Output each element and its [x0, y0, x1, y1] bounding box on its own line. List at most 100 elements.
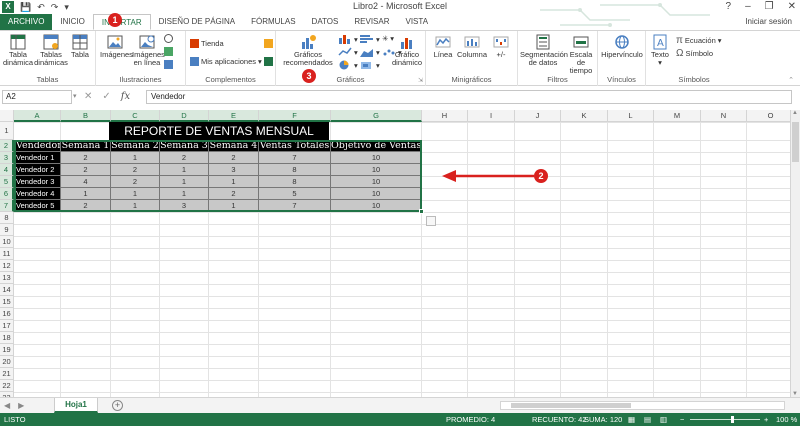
- value-cell[interactable]: 5: [259, 188, 331, 200]
- insert-function-icon[interactable]: fx: [121, 90, 130, 104]
- seller-name-cell[interactable]: Vendedor 4: [14, 188, 61, 200]
- value-cell[interactable]: 10: [331, 164, 422, 176]
- value-cell[interactable]: 1: [111, 200, 160, 212]
- report-title-cell[interactable]: REPORTE DE VENTAS MENSUAL: [109, 122, 329, 140]
- column-header-k[interactable]: K: [561, 110, 608, 122]
- restore-icon[interactable]: ❐: [765, 0, 774, 13]
- hyperlink-button[interactable]: Hipervínculo: [600, 34, 644, 59]
- scroll-up-icon[interactable]: ▲: [792, 110, 798, 116]
- column-header-a[interactable]: A: [14, 110, 61, 122]
- value-cell[interactable]: 2: [111, 176, 160, 188]
- tab-revisar[interactable]: REVISAR: [346, 14, 397, 30]
- row-header-22[interactable]: 22: [0, 380, 14, 392]
- column-header-c[interactable]: C: [111, 110, 160, 122]
- value-cell[interactable]: 3: [209, 164, 259, 176]
- normal-view-icon[interactable]: ▦: [628, 413, 635, 426]
- column-header-n[interactable]: N: [701, 110, 747, 122]
- column-header-g[interactable]: G: [331, 110, 422, 122]
- row-header-5[interactable]: 5: [0, 176, 14, 188]
- zoom-slider-thumb[interactable]: [731, 416, 734, 423]
- value-cell[interactable]: 2: [160, 152, 209, 164]
- shapes-button[interactable]: [164, 34, 173, 43]
- column-header-f[interactable]: F: [259, 110, 331, 122]
- name-box[interactable]: A2: [2, 90, 72, 104]
- value-cell[interactable]: 1: [209, 176, 259, 188]
- value-cell[interactable]: 1: [209, 200, 259, 212]
- row-header-14[interactable]: 14: [0, 284, 14, 296]
- column-header-h[interactable]: H: [422, 110, 468, 122]
- sheet-tab-hoja1[interactable]: Hoja1: [54, 398, 98, 413]
- slicer-button[interactable]: Segmentación de datos: [520, 34, 568, 67]
- timeline-button[interactable]: Escala de tiempo: [566, 34, 596, 75]
- hscroll-thumb[interactable]: [511, 403, 631, 408]
- help-icon[interactable]: ?: [726, 0, 732, 13]
- tab-inicio[interactable]: INICIO: [52, 14, 92, 30]
- sparkline-winloss-button[interactable]: +/-: [488, 34, 514, 59]
- row-header-18[interactable]: 18: [0, 332, 14, 344]
- value-cell[interactable]: 2: [61, 200, 111, 212]
- screenshot-button[interactable]: [164, 60, 173, 69]
- table-button[interactable]: Tabla: [68, 34, 92, 59]
- row-header-20[interactable]: 20: [0, 356, 14, 368]
- value-cell[interactable]: 7: [259, 200, 331, 212]
- row-header-6[interactable]: 6: [0, 188, 14, 200]
- tab-diseno-pagina[interactable]: DISEÑO DE PÁGINA: [151, 14, 243, 30]
- zoom-level[interactable]: 100 %: [776, 413, 797, 426]
- store-button[interactable]: Tienda: [190, 39, 224, 48]
- column-header-b[interactable]: B: [61, 110, 111, 122]
- tab-vista[interactable]: VISTA: [398, 14, 437, 30]
- horizontal-scrollbar[interactable]: [500, 401, 785, 410]
- column-header-i[interactable]: I: [468, 110, 515, 122]
- column-header-o[interactable]: O: [747, 110, 790, 122]
- row-header-11[interactable]: 11: [0, 248, 14, 260]
- sparkline-column-button[interactable]: Columna: [456, 34, 488, 59]
- value-cell[interactable]: 1: [111, 152, 160, 164]
- value-cell[interactable]: 1: [160, 164, 209, 176]
- fill-handle[interactable]: [419, 209, 424, 214]
- column-chart-button[interactable]: ▾: [338, 34, 358, 44]
- dialog-launcher-icon[interactable]: ⇲: [418, 77, 423, 84]
- column-header-j[interactable]: J: [515, 110, 561, 122]
- enter-icon[interactable]: ✓: [102, 90, 110, 104]
- column-header-e[interactable]: E: [209, 110, 259, 122]
- row-header-1[interactable]: 1: [0, 122, 14, 140]
- value-cell[interactable]: 2: [111, 164, 160, 176]
- my-apps-button[interactable]: Mis aplicaciones ▾: [190, 57, 262, 66]
- row-header-15[interactable]: 15: [0, 296, 14, 308]
- minimize-icon[interactable]: –: [745, 0, 751, 13]
- value-cell[interactable]: 2: [209, 152, 259, 164]
- value-cell[interactable]: 2: [61, 152, 111, 164]
- recommended-charts-button[interactable]: Gráficos recomendados: [280, 34, 336, 67]
- online-pictures-button[interactable]: Imágenes en línea: [132, 34, 165, 67]
- symbol-button[interactable]: Ω Símbolo: [676, 48, 713, 59]
- value-cell[interactable]: 2: [61, 164, 111, 176]
- seller-name-cell[interactable]: Vendedor 2: [14, 164, 61, 176]
- seller-name-cell[interactable]: Vendedor 3: [14, 176, 61, 188]
- row-header-7[interactable]: 7: [0, 200, 14, 212]
- collapse-ribbon-icon[interactable]: ⌃: [788, 76, 794, 84]
- tab-insertar[interactable]: INSERTAR: [92, 14, 151, 30]
- column-header-m[interactable]: M: [654, 110, 701, 122]
- header-cell-2[interactable]: Semana 1: [61, 140, 111, 152]
- row-header-2[interactable]: 2: [0, 140, 14, 152]
- row-header-12[interactable]: 12: [0, 260, 14, 272]
- row-header-10[interactable]: 10: [0, 236, 14, 248]
- row-header-13[interactable]: 13: [0, 272, 14, 284]
- value-cell[interactable]: 7: [259, 152, 331, 164]
- row-header-17[interactable]: 17: [0, 320, 14, 332]
- quick-analysis-icon[interactable]: [426, 216, 436, 226]
- page-layout-view-icon[interactable]: ▤: [644, 413, 651, 426]
- equation-button[interactable]: π Ecuación ▾: [676, 35, 722, 46]
- value-cell[interactable]: 3: [160, 200, 209, 212]
- line-chart-button[interactable]: ▾: [338, 47, 358, 57]
- text-button[interactable]: A Texto ▾: [648, 34, 672, 67]
- worksheet-grid[interactable]: A B C D E F G H I J K L M N O 1 2 3 4 5 6 7 8 9 10 11 12 13 14 15 16 17…: [0, 110, 790, 397]
- value-cell[interactable]: 8: [259, 164, 331, 176]
- row-header-4[interactable]: 4: [0, 164, 14, 176]
- header-cell-7[interactable]: Objetivo de Ventas: [331, 140, 422, 152]
- column-header-d[interactable]: D: [160, 110, 209, 122]
- zoom-in-icon[interactable]: +: [764, 413, 768, 426]
- value-cell[interactable]: 1: [111, 188, 160, 200]
- seller-name-cell[interactable]: Vendedor 1: [14, 152, 61, 164]
- bar-chart-button[interactable]: ▾: [360, 34, 380, 44]
